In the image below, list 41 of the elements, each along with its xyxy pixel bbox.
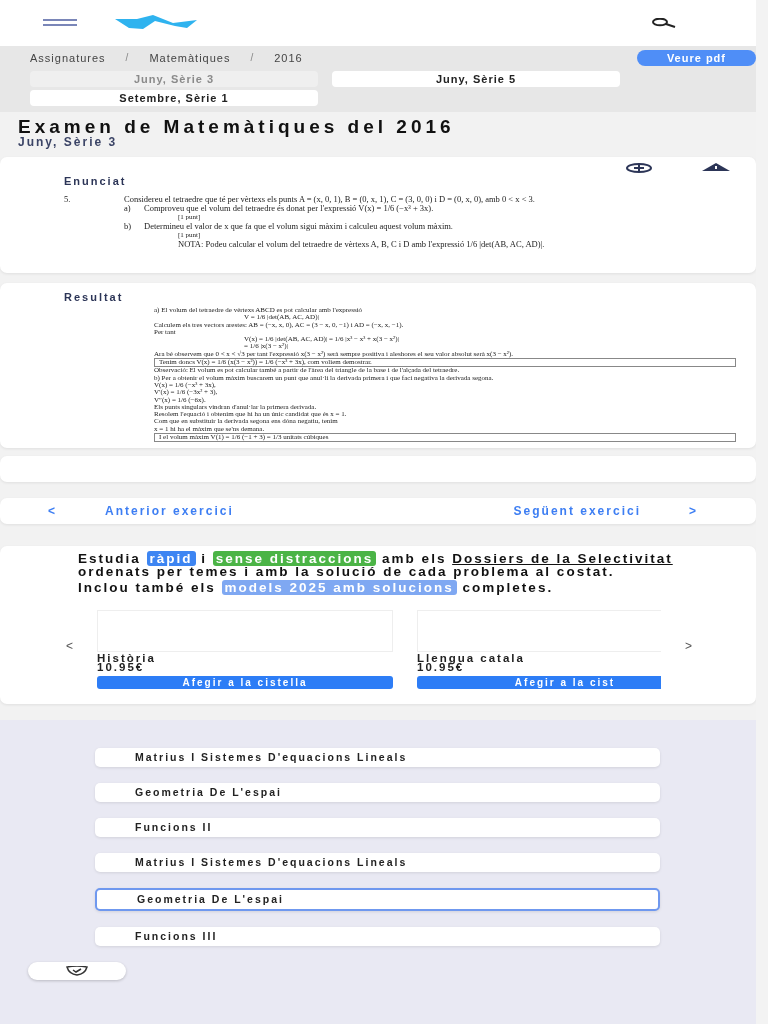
topic-item[interactable]: Matrius I Sistemes D'equacions Lineals	[95, 853, 660, 873]
exam-tab[interactable]: Setembre, Sèrie 1	[30, 90, 318, 106]
next-arrow[interactable]: >	[689, 504, 698, 519]
breadcrumb-link[interactable]: 2016	[274, 52, 303, 64]
page-subtitle: Juny, Sèrie 3	[18, 135, 119, 149]
section-heading: Resultat	[64, 291, 125, 303]
privacy-button[interactable]	[28, 962, 126, 981]
warning-icon[interactable]	[702, 163, 730, 171]
search-icon[interactable]	[652, 18, 676, 28]
section-heading: Enunciat	[64, 175, 128, 187]
page-title: Examen de Matemàtiques del 2016	[18, 118, 456, 135]
topic-item[interactable]: Matrius I Sistemes D'equacions Lineals	[95, 748, 660, 768]
previous-arrow[interactable]: <	[48, 504, 57, 519]
next-exercise-link[interactable]: Següent exercici	[513, 504, 641, 519]
menu-icon[interactable]	[43, 19, 77, 27]
exam-tab[interactable]: Juny, Sèrie 5	[332, 71, 620, 87]
zoom-in-icon[interactable]	[626, 163, 652, 173]
breadcrumb-separator: /	[250, 52, 255, 64]
breadcrumb-link[interactable]: Assignatures	[30, 52, 106, 64]
statement-text: NOTA: Podeu calcular el volum del tetraedre de vèrtexs A, B, C i D amb l'expressió 1/6 |det(AB, AC, AD)|.	[178, 240, 545, 249]
topic-item[interactable]: Funcions III	[95, 927, 660, 947]
previous-exercise-link[interactable]: Anterior exercici	[105, 504, 234, 519]
item-number: a)	[124, 204, 132, 213]
item-number: b)	[124, 222, 133, 231]
item-number: 5.	[64, 195, 72, 204]
promo-text: Estudia ràpid i sense distraccions amb els Dossiers de la Selectivitat ordenats per temes i amb la solució de cada problema al costat.	[78, 552, 674, 579]
product-name: Llengua catala	[417, 654, 526, 664]
topic-item[interactable]: Funcions II	[95, 818, 660, 838]
topic-item[interactable]: Geometria De L'espai	[95, 783, 660, 803]
add-to-cart-button[interactable]: Afegir a la cist	[417, 676, 661, 690]
statement-text: Comproveu que el volum del tetraedre és donat per l'expressió V(x) = 1/6 (−x³ + 3x).	[144, 204, 434, 213]
product-price: 10.95€	[97, 663, 145, 673]
statement-text: Determineu el valor de x que fa que el volum sigui màxim i calculeu aquest volum màxim.	[144, 222, 453, 231]
topic-item[interactable]: Geometria De L'espai	[95, 888, 660, 912]
breadcrumb-link[interactable]: Matemàtiques	[149, 52, 231, 64]
add-to-cart-button[interactable]: Afegir a la cistella	[97, 676, 393, 690]
breadcrumb-separator: /	[125, 52, 130, 64]
product-price: 10.95€	[417, 663, 465, 673]
product-name: Història	[97, 654, 157, 664]
statement-text: Considereu el tetraedre que té per vèrtexs els punts A = (x, 0, 1), B = (0, x, 1), C = (3, 0, 0) i D = (0, x, 0), amb 0 < x < 3.	[124, 195, 535, 204]
shield-icon	[66, 966, 88, 977]
